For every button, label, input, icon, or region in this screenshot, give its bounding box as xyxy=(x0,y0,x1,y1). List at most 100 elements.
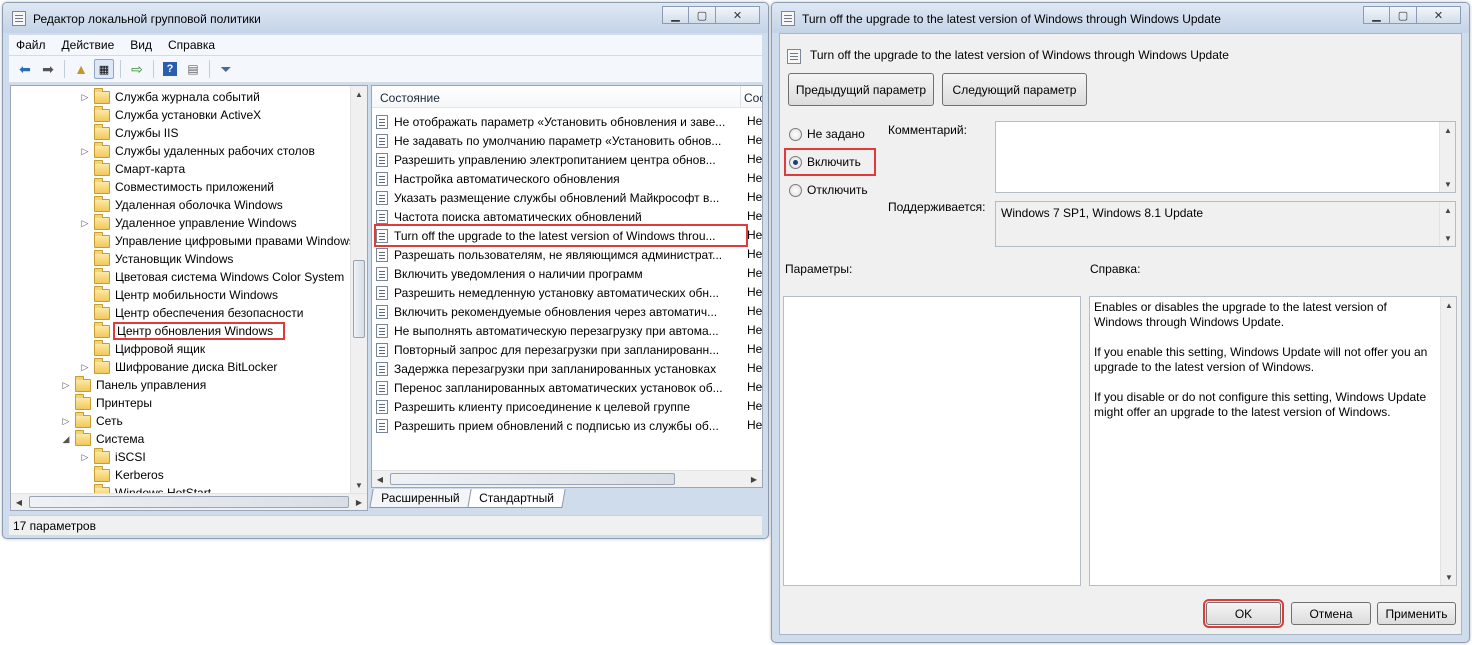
help-button[interactable]: ? xyxy=(160,59,180,79)
expanded-triangle-icon[interactable]: ◢ xyxy=(61,434,71,445)
tree-item[interactable]: Цифровой ящик xyxy=(80,339,205,358)
tree-item[interactable]: Служба установки ActiveX xyxy=(80,105,261,124)
policy-row[interactable]: Разрешить клиенту присоединение к целево… xyxy=(376,397,690,416)
tree-item[interactable]: ▷ Панель управления xyxy=(61,375,206,394)
expand-triangle-icon[interactable]: ▷ xyxy=(80,218,90,229)
expand-triangle-icon[interactable]: ▷ xyxy=(61,416,71,427)
list-hscroll-thumb[interactable] xyxy=(390,473,675,485)
export-list-button[interactable]: ⇨ xyxy=(127,59,147,79)
tree-item[interactable]: Удаленная оболочка Windows xyxy=(80,195,283,214)
scroll-up-icon[interactable]: ▲ xyxy=(1440,122,1456,138)
properties-button[interactable]: ▤ xyxy=(183,59,203,79)
policy-row[interactable]: Разрешать пользователям, не являющимся а… xyxy=(376,245,722,264)
help-panel[interactable]: Enables or disables the upgrade to the l… xyxy=(1089,296,1457,586)
tree-item[interactable]: Центр обеспечения безопасности xyxy=(80,303,304,322)
tree-item[interactable]: Смарт-карта xyxy=(80,159,185,178)
policy-row[interactable]: Не отображать параметр «Установить обнов… xyxy=(376,112,725,131)
tree-item[interactable]: ◢ Система xyxy=(61,429,144,448)
radio-enabled[interactable]: Включить xyxy=(784,148,876,176)
expand-triangle-icon[interactable]: ▷ xyxy=(80,146,90,157)
scroll-left-icon[interactable]: ◀ xyxy=(372,471,388,487)
policy-row[interactable]: Перенос запланированных автоматических у… xyxy=(376,378,723,397)
previous-setting-button[interactable]: Предыдущий параметр xyxy=(788,73,934,106)
tree-item[interactable]: ▷ Шифрование диска BitLocker xyxy=(80,357,277,376)
tree-horizontal-scrollbar[interactable]: ◀ ▶ xyxy=(11,493,367,510)
policy-row[interactable]: Не задавать по умолчанию параметр «Устан… xyxy=(376,131,721,150)
close-button[interactable]: ✕ xyxy=(716,6,760,24)
comment-scrollbar[interactable]: ▲ ▼ xyxy=(1439,122,1455,192)
radio-not-configured[interactable]: Не задано xyxy=(789,127,865,141)
tree-item[interactable]: Цветовая система Windows Color System xyxy=(80,267,344,286)
tree-item[interactable]: ▷ Сеть xyxy=(61,411,123,430)
expand-triangle-icon[interactable]: ▷ xyxy=(61,380,71,391)
back-button[interactable]: ⬅ xyxy=(15,59,35,79)
scroll-down-icon[interactable]: ▼ xyxy=(351,477,367,493)
maximize-button[interactable]: ▢ xyxy=(689,6,716,24)
policy-row[interactable]: Разрешить немедленную установку автомати… xyxy=(376,283,719,302)
scroll-down-icon[interactable]: ▼ xyxy=(1441,569,1457,585)
policy-row[interactable]: Разрешить прием обновлений с подписью из… xyxy=(376,416,719,435)
console-tree[interactable]: ▷ Служба журнала событий Служба установки … xyxy=(10,85,368,511)
scroll-up-icon[interactable]: ▲ xyxy=(351,86,367,102)
policy-row[interactable]: Включить уведомления о наличии программ xyxy=(376,264,643,283)
radio-not-configured-button[interactable] xyxy=(789,127,802,141)
expand-triangle-icon[interactable]: ▷ xyxy=(80,452,90,463)
radio-disabled-button[interactable] xyxy=(789,183,802,197)
scroll-right-icon[interactable]: ▶ xyxy=(351,494,367,510)
show-tree-button[interactable]: ▦ xyxy=(94,59,114,79)
column-header-state[interactable]: Сос xyxy=(744,91,762,105)
expand-triangle-icon[interactable]: ▷ xyxy=(80,362,90,373)
column-header-setting[interactable]: Состояние xyxy=(380,91,440,105)
tree-hscroll-thumb[interactable] xyxy=(29,496,349,508)
tree-item[interactable]: ▷ Службы удаленных рабочих столов xyxy=(80,141,315,160)
scroll-down-icon[interactable]: ▼ xyxy=(1440,230,1456,246)
policy-row[interactable]: Не выполнять автоматическую перезагрузку… xyxy=(376,321,719,340)
tree-vscroll-thumb[interactable] xyxy=(353,260,365,338)
scroll-right-icon[interactable]: ▶ xyxy=(746,471,762,487)
minimize-button[interactable]: ▁ xyxy=(662,6,689,24)
dialog-titlebar[interactable]: Turn off the upgrade to the latest versi… xyxy=(772,3,1469,33)
tree-item[interactable]: ▷ Служба журнала событий xyxy=(80,87,260,106)
scroll-left-icon[interactable]: ◀ xyxy=(11,494,27,510)
gpedit-titlebar[interactable]: Редактор локальной групповой политики ▁ … xyxy=(3,3,768,33)
minimize-button[interactable]: ▁ xyxy=(1363,6,1390,24)
tree-item[interactable]: ▷ iSCSI xyxy=(80,447,146,466)
scroll-down-icon[interactable]: ▼ xyxy=(1440,176,1456,192)
policy-list[interactable]: Состояние Сос Не отображать параметр «Ус… xyxy=(371,85,763,488)
scroll-up-icon[interactable]: ▲ xyxy=(1441,297,1457,313)
filter-button[interactable]: ⏷ xyxy=(216,59,236,79)
tab-extended[interactable]: Расширенный xyxy=(369,489,472,508)
tree-item[interactable]: Установщик Windows xyxy=(80,249,233,268)
menu-view[interactable]: Вид xyxy=(123,38,161,52)
policy-row[interactable]: Настройка автоматического обновления xyxy=(376,169,620,188)
policy-row[interactable]: Частота поиска автоматических обновлений xyxy=(376,207,642,226)
scroll-up-icon[interactable]: ▲ xyxy=(1440,202,1456,218)
tree-item[interactable]: ▷ Удаленное управление Windows xyxy=(80,213,297,232)
policy-row[interactable]: Указать размещение службы обновлений Май… xyxy=(376,188,719,207)
up-level-button[interactable]: ▲ xyxy=(71,59,91,79)
next-setting-button[interactable]: Следующий параметр xyxy=(942,73,1087,106)
apply-button[interactable]: Применить xyxy=(1377,602,1456,625)
cancel-button[interactable]: Отмена xyxy=(1291,602,1371,625)
tree-item[interactable]: Kerberos xyxy=(80,465,164,484)
policy-row[interactable]: Разрешить управлению электропитанием цен… xyxy=(376,150,716,169)
tree-item[interactable]: Центр мобильности Windows xyxy=(80,285,278,304)
radio-disabled[interactable]: Отключить xyxy=(789,183,868,197)
tree-item[interactable]: Принтеры xyxy=(61,393,152,412)
close-button[interactable]: ✕ xyxy=(1417,6,1461,24)
maximize-button[interactable]: ▢ xyxy=(1390,6,1417,24)
menu-file[interactable]: Файл xyxy=(9,38,55,52)
ok-button[interactable]: OK xyxy=(1203,599,1284,628)
forward-button[interactable]: ➡ xyxy=(38,59,58,79)
help-scrollbar[interactable]: ▲ ▼ xyxy=(1440,297,1456,585)
list-horizontal-scrollbar[interactable]: ◀ ▶ xyxy=(372,470,762,487)
policy-row[interactable]: Задержка перезагрузки при запланированны… xyxy=(376,359,716,378)
radio-enabled-button[interactable] xyxy=(789,155,802,169)
tree-item[interactable]: Управление цифровыми правами Windows xyxy=(80,231,355,250)
tab-standard[interactable]: Стандартный xyxy=(466,489,566,508)
comment-field[interactable]: ▲ ▼ xyxy=(995,121,1456,193)
supported-scrollbar[interactable]: ▲ ▼ xyxy=(1439,202,1455,246)
policy-row[interactable]: Повторный запрос для перезагрузки при за… xyxy=(376,340,719,359)
tree-vertical-scrollbar[interactable]: ▲ ▼ xyxy=(350,86,367,493)
expand-triangle-icon[interactable]: ▷ xyxy=(80,92,90,103)
